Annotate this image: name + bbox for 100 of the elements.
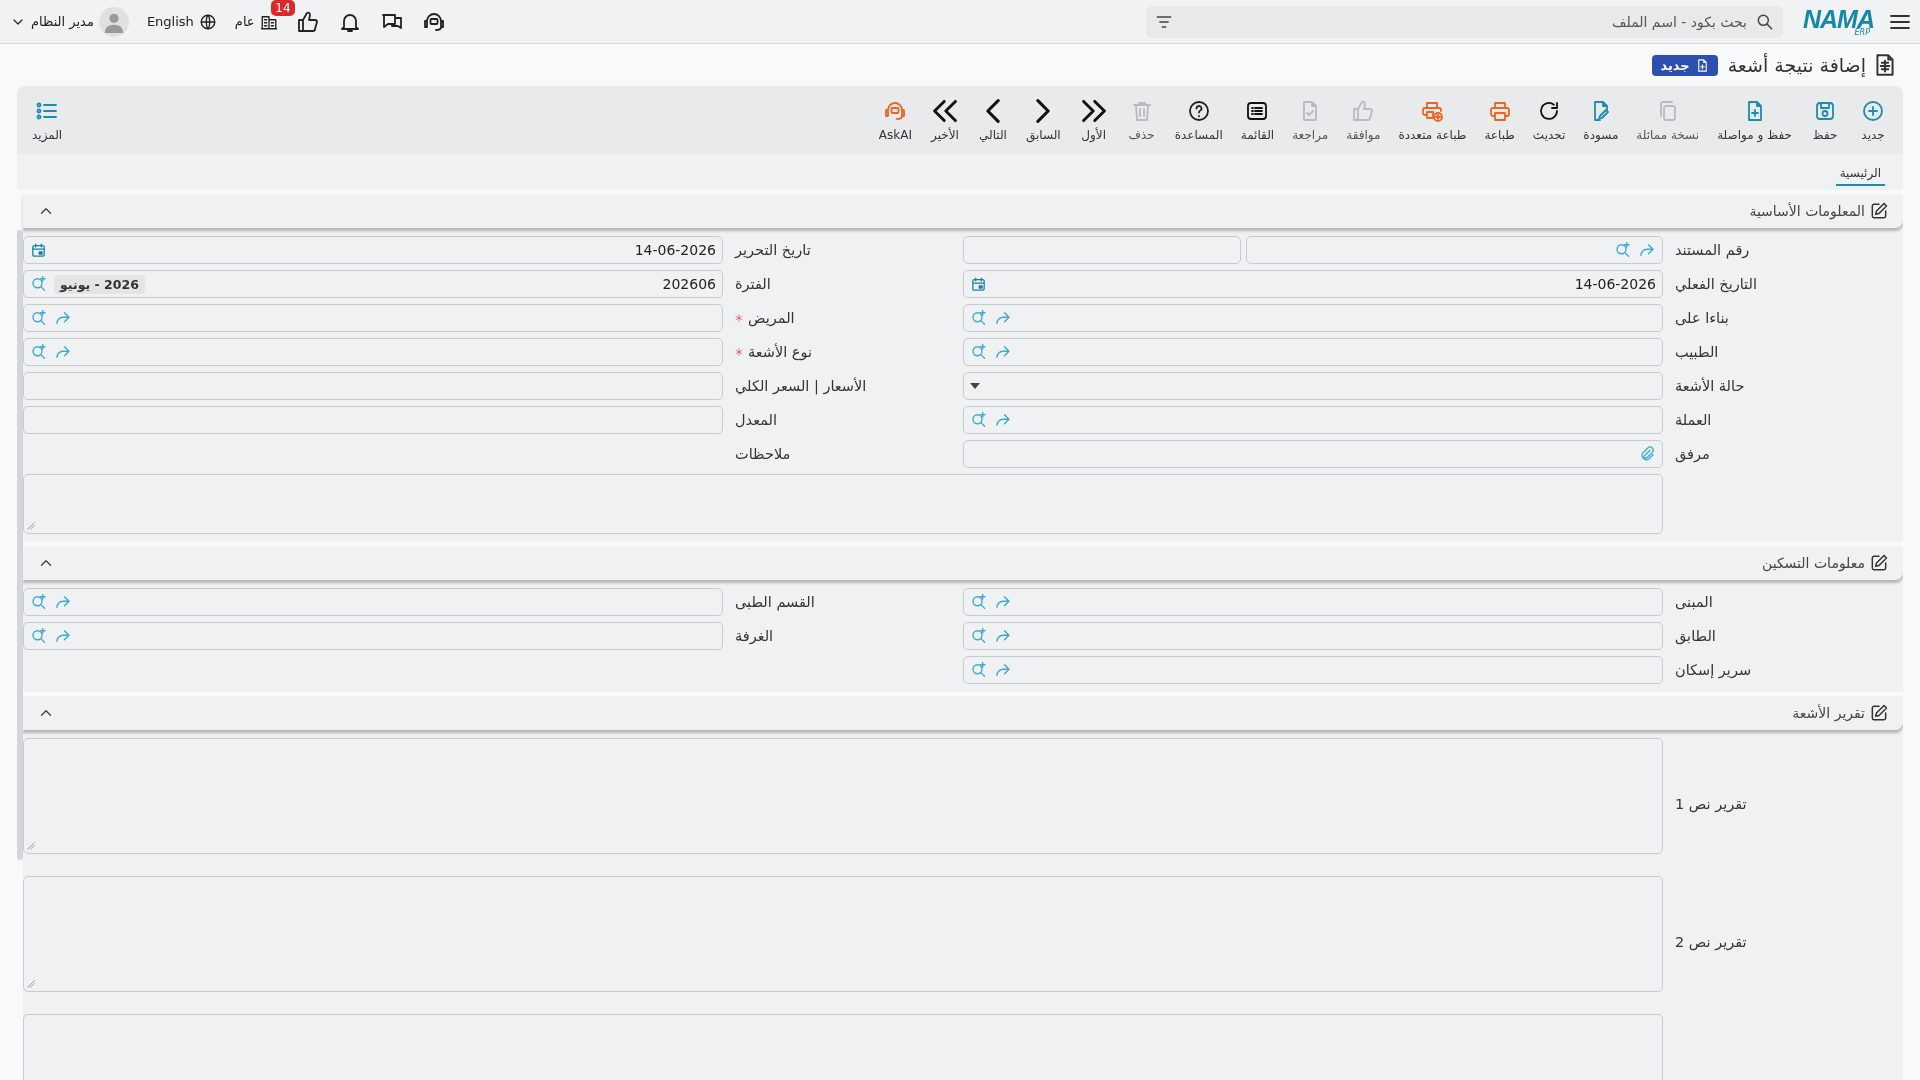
search-field[interactable]: بحث بكود - اسم الملف [1180, 12, 1749, 31]
search-plus-icon[interactable] [970, 627, 988, 645]
paperclip-icon[interactable] [1638, 445, 1656, 463]
tab[interactable]: الرئيسية [1835, 162, 1885, 186]
date-field[interactable]: 14-06-2026 [963, 270, 1663, 298]
toolbar-button[interactable]: الأخير [921, 98, 969, 142]
dropdown-field[interactable] [963, 372, 1663, 400]
search-plus-icon[interactable] [970, 343, 988, 361]
field-label: سرير إسكان [1675, 662, 1752, 678]
field-label: رقم المستند [1675, 242, 1750, 258]
share-arrow-icon[interactable] [994, 309, 1012, 327]
section-header[interactable]: معلومات التسكين [23, 546, 1903, 580]
toolbar-button[interactable]: المساعدة [1165, 98, 1232, 142]
search-plus-icon[interactable] [30, 627, 48, 645]
field-label: تقرير نص 2 [1675, 934, 1747, 950]
thumbs-up-icon [295, 9, 320, 34]
help-icon [1186, 98, 1211, 123]
toolbar-button[interactable]: حفظ و مواصلة [1708, 98, 1801, 142]
resize-grip-icon [27, 980, 35, 988]
date-field[interactable]: 14-06-2026 [23, 236, 723, 264]
toolbar-button[interactable]: حفظ [1801, 98, 1849, 142]
share-arrow-icon[interactable] [994, 343, 1012, 361]
lookup-field[interactable] [23, 588, 723, 616]
search-plus-icon[interactable] [30, 343, 48, 361]
search-plus-icon[interactable] [30, 593, 48, 611]
field-label: الطابق [1675, 628, 1716, 644]
share-arrow-icon[interactable] [994, 661, 1012, 679]
search-plus-icon[interactable] [30, 275, 48, 293]
thumbs-up-icon [1351, 98, 1376, 123]
input-field[interactable] [23, 406, 723, 434]
field-label: الأسعار | السعر الكلي [735, 378, 867, 394]
language-link[interactable]: English [146, 12, 217, 31]
search-bar[interactable]: بحث بكود - اسم الملف [1146, 5, 1783, 38]
caret-icon [970, 383, 980, 389]
lookup-field[interactable] [963, 304, 1663, 332]
lookup-field[interactable] [23, 338, 723, 366]
search-plus-icon[interactable] [1614, 241, 1632, 259]
period-tag: 2026 - يونيو [54, 274, 145, 294]
lookup-field[interactable] [23, 304, 723, 332]
thumbs-up-button[interactable] [295, 9, 320, 34]
double-chevron-right-icon [1081, 98, 1106, 123]
calendar-icon[interactable] [30, 241, 47, 259]
lookup-field[interactable] [963, 588, 1663, 616]
lookup-field[interactable] [963, 338, 1663, 366]
lookup-field[interactable] [23, 622, 723, 650]
toolbar-button[interactable]: AskAI [869, 98, 921, 142]
edit-icon [1869, 201, 1889, 221]
user-menu[interactable]: مدير النظام [10, 6, 129, 37]
search-plus-icon[interactable] [30, 309, 48, 327]
search-plus-icon[interactable] [970, 411, 988, 429]
toolbar-button[interactable]: مسودة [1574, 98, 1628, 142]
toolbar-button[interactable]: السابق [1017, 98, 1070, 142]
field-label: القسم الطبى [735, 594, 815, 610]
field-label: تاريخ التحرير [735, 242, 811, 258]
section-header[interactable]: المعلومات الأساسية [23, 194, 1903, 228]
resize-grip-icon [27, 522, 35, 530]
share-arrow-icon[interactable] [54, 593, 72, 611]
toolbar-button[interactable]: طباعة [1475, 98, 1524, 142]
share-arrow-icon[interactable] [994, 627, 1012, 645]
page-title: إضافة نتيجة أشعة [1727, 54, 1866, 76]
lookup-field[interactable] [963, 656, 1663, 684]
search-plus-icon[interactable] [970, 593, 988, 611]
avatar [98, 6, 129, 37]
lookup-field[interactable] [963, 406, 1663, 434]
field-label: تقرير نص 1 [1675, 796, 1747, 812]
notification-badge: 14 [271, 0, 295, 16]
input-field[interactable] [23, 372, 723, 400]
share-arrow-icon[interactable] [54, 343, 72, 361]
plus-circle-icon [1861, 98, 1885, 123]
share-arrow-icon[interactable] [54, 627, 72, 645]
file-field[interactable] [963, 440, 1663, 468]
section-header[interactable]: تقرير الأشعة [23, 696, 1903, 730]
more-button[interactable]: المزيد [23, 98, 72, 142]
toolbar-button[interactable]: طباعة متعددة [1389, 98, 1476, 142]
share-arrow-icon[interactable] [994, 411, 1012, 429]
lookup-field[interactable] [1246, 236, 1663, 264]
toolbar-button[interactable]: الأول [1069, 98, 1118, 142]
field-label: المريض [748, 310, 795, 326]
search-plus-icon[interactable] [970, 661, 988, 679]
field-label: بناءا على [1675, 310, 1729, 326]
share-arrow-icon[interactable] [994, 593, 1012, 611]
calendar-icon[interactable] [970, 275, 987, 293]
double-chevron-left-icon [933, 98, 957, 123]
search-plus-icon[interactable] [970, 309, 988, 327]
field-label: الطبيب [1675, 344, 1719, 360]
text-area[interactable] [23, 474, 1663, 534]
input-field[interactable] [963, 236, 1241, 264]
scrollbar[interactable] [17, 230, 23, 860]
field-label: مرفق [1675, 446, 1710, 462]
globe-icon [198, 12, 217, 31]
toolbar-button[interactable]: التالي [969, 98, 1017, 142]
status-badge: جديد [1652, 54, 1718, 76]
edit-icon [1869, 703, 1889, 723]
share-arrow-icon[interactable] [1638, 241, 1656, 259]
lookup-field[interactable] [963, 622, 1663, 650]
share-arrow-icon[interactable] [54, 309, 72, 327]
toolbar-button[interactable]: جديد [1849, 98, 1897, 142]
toolbar-button[interactable]: تحديث [1523, 98, 1575, 142]
toolbar-button[interactable]: القائمة [1231, 98, 1284, 142]
resize-grip-icon [27, 842, 35, 850]
